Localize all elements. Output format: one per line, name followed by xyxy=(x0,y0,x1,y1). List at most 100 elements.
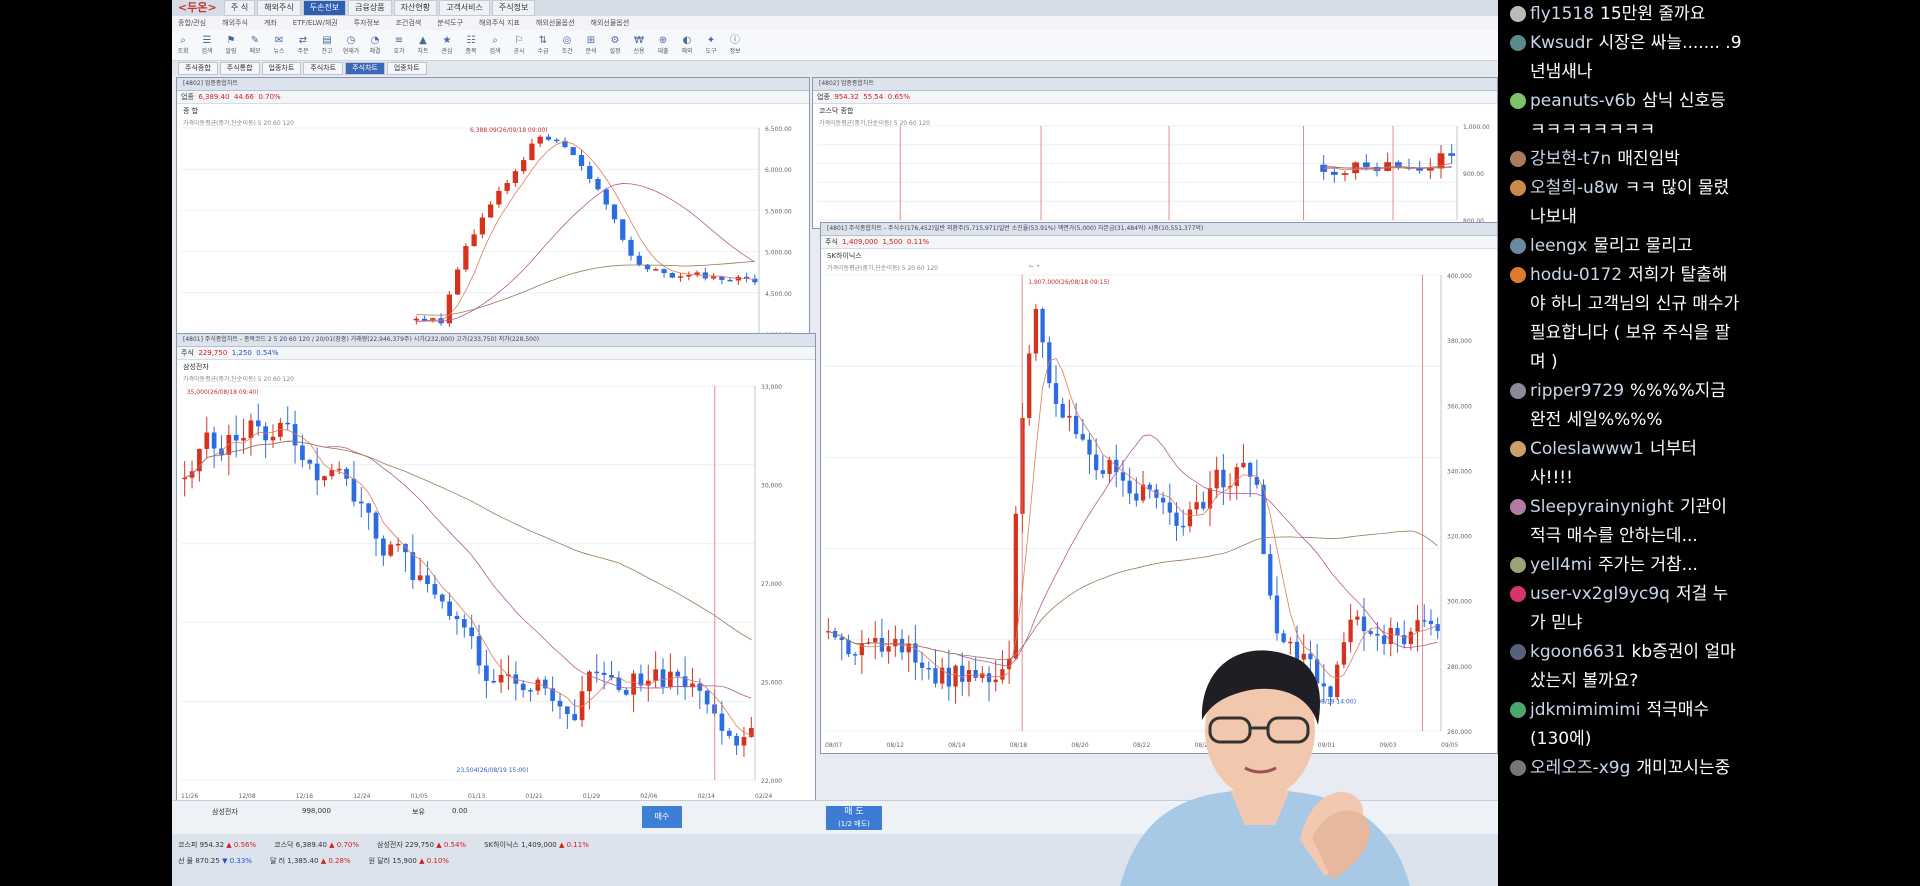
panel-title: [4802] 업종종합차트 xyxy=(177,78,809,91)
menu-item-5[interactable]: 고객서비스 xyxy=(439,0,490,16)
submenu-item-8[interactable]: 해외선물옵션 xyxy=(530,17,581,29)
submenu-item-3[interactable]: ETF/ELW/채권 xyxy=(287,17,344,29)
tab-1[interactable]: 주식통합 xyxy=(219,61,260,75)
tab-3[interactable]: 주식차트 xyxy=(303,61,344,75)
moving-average-line xyxy=(416,141,755,323)
candle-body xyxy=(413,318,419,321)
chat-username[interactable]: hodu-0172 xyxy=(1530,265,1622,285)
chat-username[interactable]: peanuts-v6b xyxy=(1530,91,1636,111)
candle-body xyxy=(748,728,754,737)
submenu-item-5[interactable]: 조건검색 xyxy=(389,17,427,29)
chart-canvas-top-right[interactable]: 1,000.00900.00800.00 xyxy=(813,120,1497,228)
x-tick-label: 08/12 xyxy=(887,742,904,749)
toolbar-button-13[interactable]: ⌕ 검색 xyxy=(484,33,506,57)
chat-username[interactable]: 오레오즈-x9g xyxy=(1530,758,1630,778)
chat-message: peanuts-v6b 삼닉 신호등 ㅋㅋㅋㅋㅋㅋㅋㅋ xyxy=(1498,87,1748,145)
quote-price: 6,389.40 xyxy=(198,93,230,101)
toolbar-button-8[interactable]: ◔ 체결 xyxy=(364,33,386,57)
chat-username[interactable]: jdkmimimimi xyxy=(1530,700,1641,720)
chat-username[interactable]: Coleslawww1 xyxy=(1530,439,1644,459)
chat-username[interactable]: yell4mi xyxy=(1530,555,1592,575)
ticker-name: 삼성전자 xyxy=(377,840,403,849)
submenu-item-0[interactable]: 종합/관심 xyxy=(172,17,212,29)
toolbar-button-15[interactable]: ⇅ 수급 xyxy=(532,33,554,57)
toolbar-button-22[interactable]: ✦ 도구 xyxy=(700,33,722,57)
chat-text: 주가는 거참... xyxy=(1598,555,1698,575)
toolbar-button-2[interactable]: ⚑ 알림 xyxy=(220,33,242,57)
submenu-item-4[interactable]: 투자정보 xyxy=(348,17,386,29)
toolbar-button-19[interactable]: ₩ 신용 xyxy=(628,33,650,57)
menu-item-6[interactable]: 주식정보 xyxy=(491,0,536,16)
chart-canvas-bottom-left[interactable]: 33,000 30,000 27,000 25,000 22,000 11/26 12/08… xyxy=(177,376,815,804)
candle-body xyxy=(1167,502,1172,513)
menu-item-2[interactable]: 두손전보 xyxy=(302,0,347,16)
candle-body xyxy=(521,160,527,172)
submenu-item-9[interactable]: 해외선물옵션 xyxy=(585,17,636,29)
toolbar-button-17[interactable]: ⊞ 분석 xyxy=(580,33,602,57)
chat-username[interactable]: kgoon6631 xyxy=(1530,642,1625,662)
candle-body xyxy=(697,683,703,691)
chat-message: Sleepyrainynight 기관이 적극 매수를 안하는데... xyxy=(1498,493,1748,551)
chat-username[interactable]: user-vx2gl9yc9q xyxy=(1530,584,1670,604)
toolbar-button-18[interactable]: ⚙ 설정 xyxy=(604,33,626,57)
chat-username[interactable]: ripper9729 xyxy=(1530,381,1624,401)
submenu-item-7[interactable]: 해외주식 지표 xyxy=(473,17,526,29)
toolbar-button-16[interactable]: ◎ 조건 xyxy=(556,33,578,57)
candle-body xyxy=(960,665,965,682)
toolbar-button-11[interactable]: ★ 관심 xyxy=(436,33,458,57)
chart-canvas-top-left[interactable]: 6,500.00 6,000.00 5,500.00 5,000.00 4,500.00… xyxy=(177,120,809,340)
toolbar-button-1[interactable]: ☰ 검색 xyxy=(196,33,218,57)
menu-item-3[interactable]: 금융상품 xyxy=(348,0,392,16)
tab-2[interactable]: 업종차트 xyxy=(261,61,302,75)
panel-symbol-name: 종 합 xyxy=(183,107,199,115)
toolbar-button-0[interactable]: ⌕ 조회 xyxy=(172,33,194,57)
toolbar-button-10[interactable]: ▲ 차트 xyxy=(412,33,434,57)
toolbar-button-9[interactable]: ≡ 호가 xyxy=(388,33,410,57)
toolbar-button-4[interactable]: ✉ 뉴스 xyxy=(268,33,290,57)
y-tick-label: 340,000 xyxy=(1447,468,1472,475)
toolbar-button-20[interactable]: ⊕ 대출 xyxy=(652,33,674,57)
tab-5[interactable]: 업종차트 xyxy=(386,61,427,75)
order-symbol: 삼성전자 xyxy=(212,808,238,816)
toolbar-button-23[interactable]: ⓘ 정보 xyxy=(724,33,746,57)
toolbar-icon: ⌕ xyxy=(492,35,498,46)
chat-username[interactable]: Sleepyrainynight xyxy=(1530,497,1674,517)
sell-button-sub: (1/2 매도) xyxy=(838,820,870,828)
toolbar-button-21[interactable]: ◐ 해외 xyxy=(676,33,698,57)
chart-panel-top-left[interactable]: [4802] 업종종합차트 업종 6,389.40 44.66 0.70% 종 … xyxy=(176,77,810,341)
sell-button[interactable]: 매 도 (1/2 매도) xyxy=(826,806,882,830)
chat-username[interactable]: fly1518 xyxy=(1530,4,1594,24)
toolbar-button-label: 검색 xyxy=(201,48,213,55)
menu-item-0[interactable]: 주 식 xyxy=(224,0,256,16)
candle-body xyxy=(1201,502,1206,509)
toolbar-button-6[interactable]: ▤ 잔고 xyxy=(316,33,338,57)
submenu-item-6[interactable]: 분석도구 xyxy=(431,17,469,29)
panel-quote-bar: 주식 1,409,000 1,500 0.11% xyxy=(821,236,1497,249)
chart-panel-top-right[interactable]: [4802] 업종종합차트 업종 954.32 55.54 0.65% 코스닥 … xyxy=(812,77,1498,229)
toolbar-button-3[interactable]: ✎ 메모 xyxy=(244,33,266,57)
ticker-value: 1,409,000 xyxy=(521,840,557,849)
toolbar-button-7[interactable]: ◷ 현재가 xyxy=(340,33,362,57)
tab-4[interactable]: 주식차트 xyxy=(345,61,385,75)
candle-body xyxy=(1094,454,1099,471)
menu-item-1[interactable]: 해외주식 xyxy=(257,0,301,16)
buy-button[interactable]: 매수 xyxy=(642,806,682,828)
moving-average-line xyxy=(184,440,752,699)
candle-body xyxy=(611,204,618,220)
menu-item-4[interactable]: 자산현황 xyxy=(393,0,438,16)
chat-message: fly1518 15만원 줄까요 xyxy=(1498,0,1748,29)
toolbar-button-5[interactable]: ⇄ 주문 xyxy=(292,33,314,57)
toolbar-button-14[interactable]: ⚐ 공시 xyxy=(508,33,530,57)
toolbar-button-12[interactable]: ☷ 종목 xyxy=(460,33,482,57)
chat-username[interactable]: 오철희-u8w xyxy=(1530,178,1619,198)
chat-username[interactable]: Kwsudr xyxy=(1530,33,1592,53)
x-tick-label: 08/14 xyxy=(948,742,965,749)
candle-body xyxy=(446,294,452,324)
submenu-item-2[interactable]: 계좌 xyxy=(258,17,283,29)
chart-panel-bottom-left[interactable]: [4801] 주식종합차트 - 종목코드 2 5 20 60 120 / 20/… xyxy=(176,333,816,805)
chat-username[interactable]: leengx xyxy=(1530,236,1587,256)
chat-username[interactable]: 강보현-t7n xyxy=(1530,149,1611,169)
tab-0[interactable]: 주식종합 xyxy=(178,61,218,75)
candle-body xyxy=(461,619,467,628)
submenu-item-1[interactable]: 해외주식 xyxy=(216,17,254,29)
